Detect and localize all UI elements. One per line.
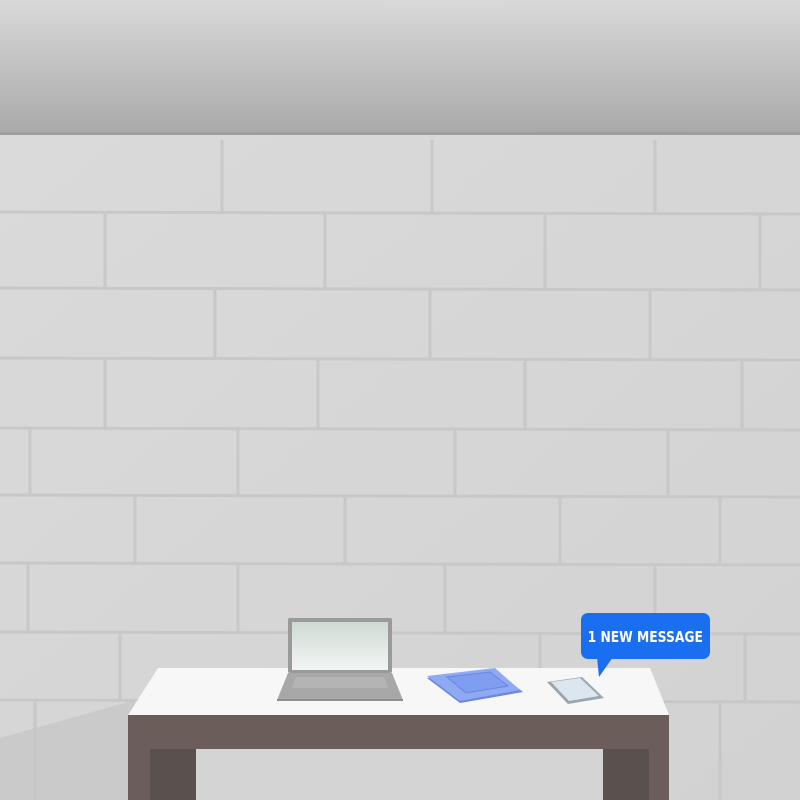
ceiling-edge — [0, 132, 800, 135]
desk-leg-left-inner — [150, 749, 196, 800]
desk-underside — [196, 749, 603, 800]
desk-leg-left — [128, 749, 150, 800]
notification-label: 1 NEW MESSAGE — [587, 627, 704, 646]
desk-apron — [128, 715, 669, 749]
room-scene — [0, 0, 800, 800]
desk-leg-right-inner — [603, 749, 649, 800]
ceiling — [0, 0, 800, 134]
laptop-icon — [277, 618, 403, 701]
desk-leg-right — [649, 749, 669, 800]
new-message-notification[interactable]: 1 NEW MESSAGE — [581, 613, 710, 677]
